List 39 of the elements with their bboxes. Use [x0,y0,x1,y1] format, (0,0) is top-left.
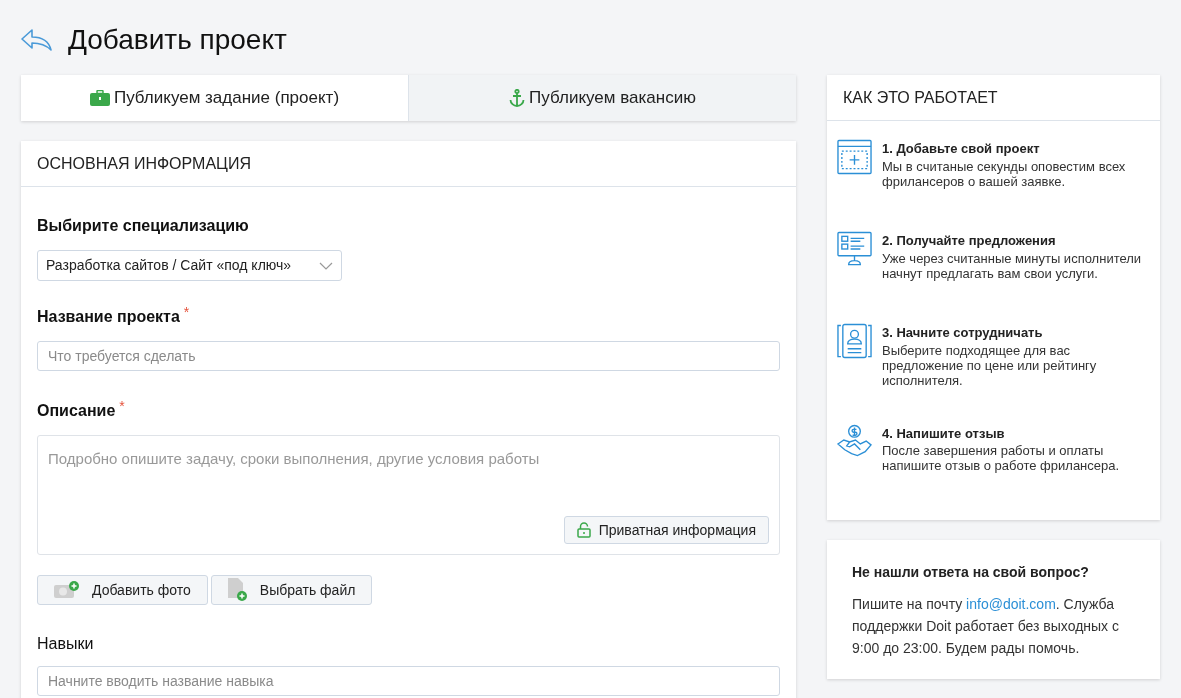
step-title: 3. Начните сотрудничать [882,324,1044,342]
private-info-button[interactable]: Приватная информация [563,516,769,544]
help-title: Не нашли ответа на свой вопрос? [852,563,1090,582]
description-field[interactable]: Подробно опишите задачу, сроки выполнения, другие условия работы Приватная информация [37,435,780,555]
help-text: Пишите на почту info@doit.com. Служба поддержки Doit работает без выходных с 9:00 до 23:00. Будем рады помочь. [852,595,1120,658]
anchor-icon [509,89,526,107]
section-title: ОСНОВНАЯ ИНФОРМАЦИЯ [37,153,251,174]
field-label: Выбирите специализацию [37,216,249,236]
camera-plus-icon [54,581,80,599]
back-arrow-icon[interactable] [21,29,52,51]
email-link[interactable]: info@doit.com [966,596,1056,612]
page-title: Добавить проект [68,23,287,57]
skills-field[interactable]: Начните вводить название навыка [37,666,780,696]
step-title: 1. Добавьте свой проект [882,140,1041,158]
step-text: Выберите подходящее для вас предложение по цене или рейтингу исполнителя. [882,342,1098,388]
step-text: После завершения работы и оплаты напишите отзыв о работе фрилансера. [882,443,1121,473]
file-plus-icon [227,578,248,602]
field-label: Навыки [37,634,95,654]
field-label: Название проекта [37,307,180,327]
required-asterisk: * [119,399,125,413]
step-text: Мы в считаные секунды оповестим всех фрилансеров о вашей заявке. [882,158,1127,189]
window-plus-icon [837,139,872,175]
chevron-down-icon [319,261,333,270]
specialization-dropdown[interactable]: Разработка сайтов / Сайт «под ключ» [37,250,342,281]
step-title: 4. Напишите отзыв [882,424,1006,443]
briefcase-icon [89,90,110,106]
profile-card-icon [837,323,872,359]
project-name-field[interactable]: Что требуется сделать [37,341,780,371]
publish-tab[interactable]: Публикуем задание (проект) [21,75,408,121]
field-label: Описание [37,401,116,421]
lock-icon [576,522,591,538]
section-title: КАК ЭТО РАБОТАЕТ [843,87,998,108]
publish-tab[interactable]: Публикуем вакансию [408,75,796,121]
attach-button[interactable]: Выбрать файл [210,575,373,605]
monitor-list-icon [837,231,872,267]
step-title: 2. Получайте предложения [882,232,1057,250]
attach-button[interactable]: Добавить фото [37,575,208,605]
step-text: Уже через считанные минуты исполнители начнут предлагать вам свои услуги. [882,250,1143,281]
required-asterisk: * [183,305,190,319]
